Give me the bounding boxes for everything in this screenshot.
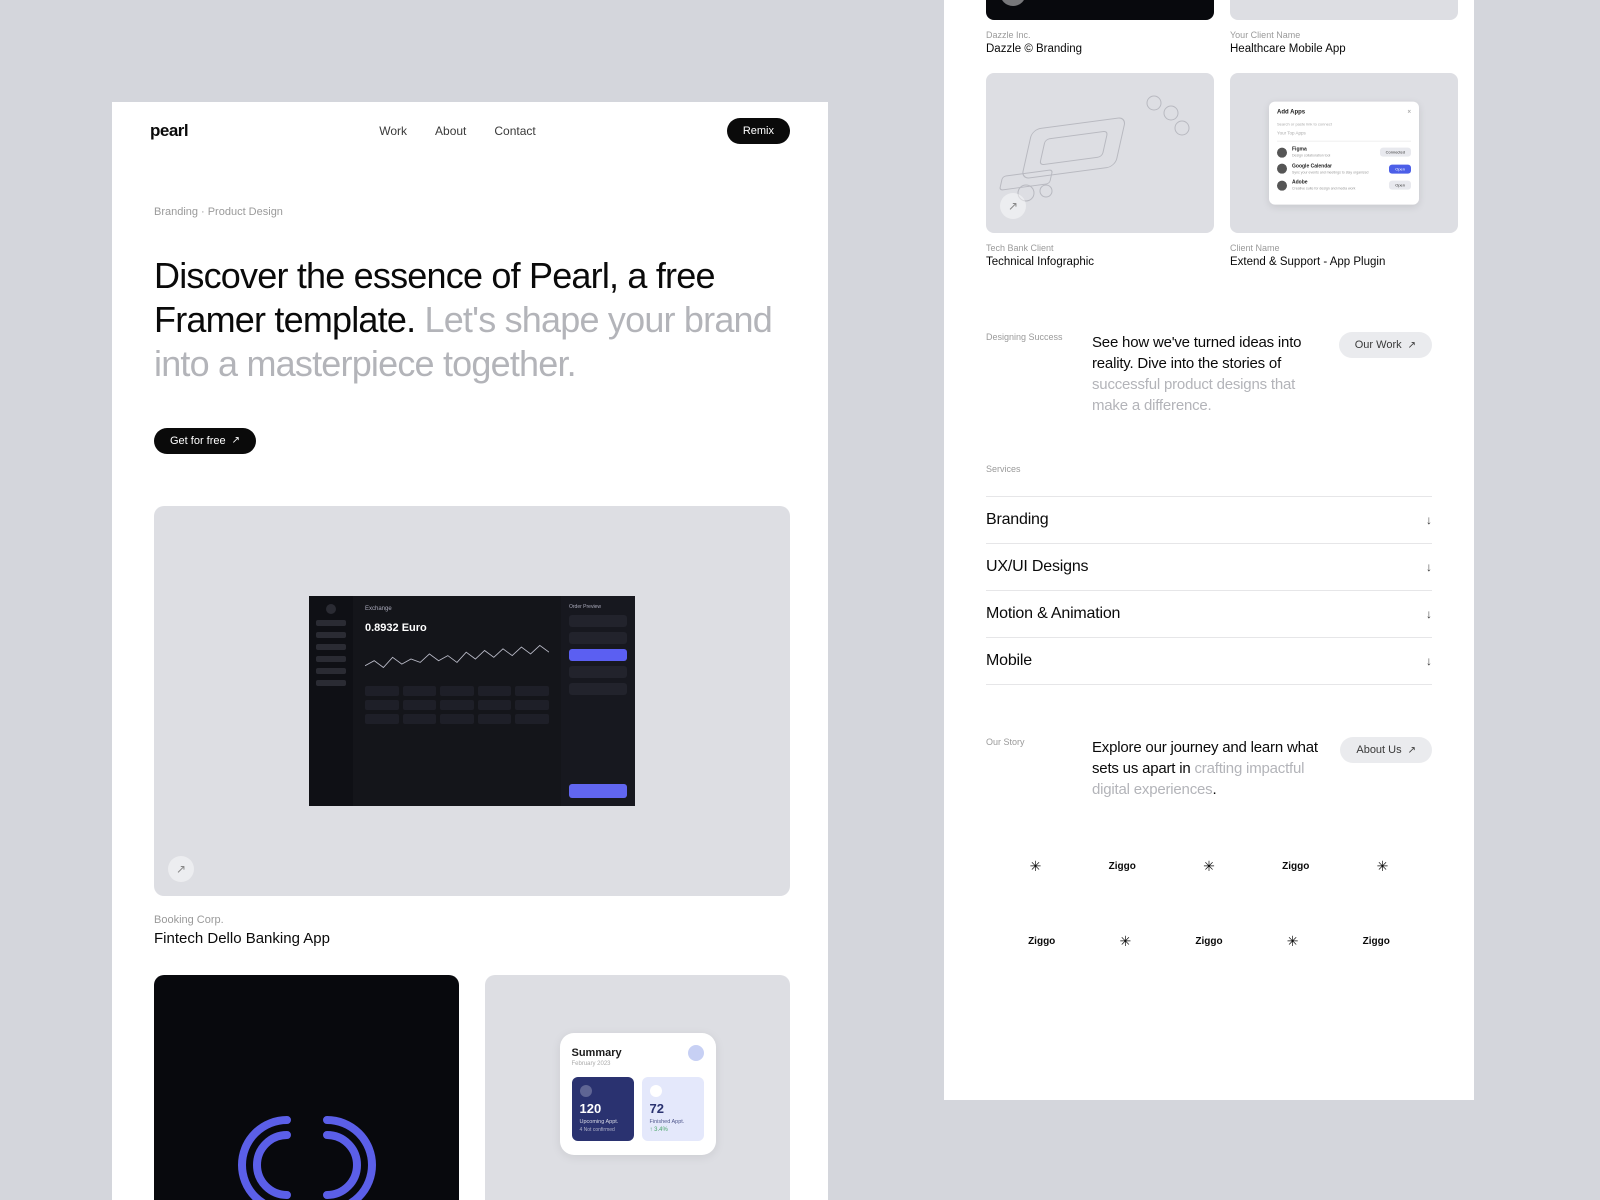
story-section: Our Story Explore our journey and learn … [944, 737, 1474, 800]
chevron-down-icon: ↓ [1426, 560, 1432, 574]
star-icon: ✳ [1119, 933, 1131, 950]
project-card-fintech[interactable]: Exchange 0.8932 Euro Order Preview [154, 506, 786, 947]
projects-grid: Exchange 0.8932 Euro Order Preview [112, 454, 828, 1200]
arrow-up-right-icon: ↗ [1408, 745, 1416, 756]
add-apps-widget: Add Apps× Search or paste link to connec… [1269, 102, 1419, 205]
chevron-down-icon: ↓ [1426, 654, 1432, 668]
section-label: Services [986, 464, 1074, 474]
app-screenshot-dark: Exchange 0.8932 Euro Order Preview [309, 596, 635, 806]
project-title: Fintech Dello Banking App [154, 930, 786, 947]
section-label: Our Story [986, 737, 1074, 747]
section-label: Designing Success [986, 332, 1074, 342]
project-thumb-dark-cut: ↗ [986, 0, 1214, 20]
page-left-column: pearl Work About Contact Remix Branding·… [112, 102, 828, 1200]
hero-tags: Branding·Product Design [154, 206, 786, 218]
expand-icon[interactable]: ↗ [1000, 193, 1026, 219]
project-card-dazzle-top[interactable]: ↗ Dazzle Inc. Dazzle © Branding [986, 0, 1214, 55]
nav-links: Work About Contact [379, 124, 536, 138]
chevron-down-icon: ↓ [1426, 607, 1432, 621]
phone-mock: Summary February 2023 120 Upcoming Appt.… [560, 1033, 716, 1155]
accordion-item-motion[interactable]: Motion & Animation↓ [986, 591, 1432, 638]
chevron-down-icon: ↓ [1426, 513, 1432, 527]
project-thumb-dark [154, 975, 459, 1200]
services-accordion: Branding↓ UX/UI Designs↓ Motion & Animat… [986, 496, 1432, 685]
remix-button[interactable]: Remix [727, 118, 790, 144]
star-icon: ✳ [1203, 858, 1215, 875]
hero-section: Branding·Product Design Discover the ess… [112, 144, 828, 454]
nav-link-about[interactable]: About [435, 124, 466, 138]
project-thumb-grey: Summary February 2023 120 Upcoming Appt.… [485, 975, 790, 1200]
project-thumb-apps: Add Apps× Search or paste link to connec… [1230, 73, 1458, 233]
project-thumb-cut [1230, 0, 1458, 20]
section-text: Explore our journey and learn what sets … [1092, 737, 1322, 800]
services-section: Services Branding↓ UX/UI Designs↓ Motion… [944, 464, 1474, 685]
brand-logo[interactable]: pearl [150, 121, 188, 141]
expand-icon[interactable]: ↗ [1000, 0, 1026, 6]
project-card-infographic[interactable]: ↗ Tech Bank Client Technical Infographic [986, 73, 1214, 268]
section-text: See how we've turned ideas into reality.… [1092, 332, 1321, 416]
page-right-column: ↗ Dazzle Inc. Dazzle © Branding Your Cli… [944, 0, 1474, 1100]
preview-price: 0.8932 Euro [365, 622, 549, 634]
arrow-up-right-icon: ↗ [232, 435, 240, 446]
close-icon: × [1407, 110, 1411, 116]
nav-link-work[interactable]: Work [379, 124, 407, 138]
success-section: Designing Success See how we've turned i… [944, 332, 1474, 416]
avatar-icon [688, 1045, 704, 1061]
hero-headline: Discover the essence of Pearl, a free Fr… [154, 254, 774, 386]
star-icon: ✳ [1030, 858, 1042, 875]
arrow-up-right-icon: ↗ [1408, 340, 1416, 351]
tag-branding: Branding [154, 206, 198, 218]
project-client: Booking Corp. [154, 914, 786, 926]
project-thumb: Exchange 0.8932 Euro Order Preview [154, 506, 790, 896]
client-logos: ✳ Ziggo ✳ Ziggo ✳ Ziggo ✳ Ziggo ✳ Ziggo [944, 858, 1474, 950]
project-thumb-iso: ↗ [986, 73, 1214, 233]
right-grid-row: ↗ Tech Bank Client Technical Infographic… [944, 73, 1474, 268]
get-for-free-button[interactable]: Get for free↗ [154, 428, 256, 454]
top-nav: pearl Work About Contact Remix [112, 102, 828, 144]
project-card-plugin[interactable]: Add Apps× Search or paste link to connec… [1230, 73, 1458, 268]
expand-icon[interactable]: ↗ [168, 856, 194, 882]
project-card-dazzle[interactable] [154, 975, 459, 1200]
nav-link-contact[interactable]: Contact [494, 124, 535, 138]
project-card-healthcare[interactable]: Summary February 2023 120 Upcoming Appt.… [485, 975, 790, 1200]
project-card-healthcare-top[interactable]: Your Client Name Healthcare Mobile App [1230, 0, 1458, 55]
accordion-item-uxui[interactable]: UX/UI Designs↓ [986, 544, 1432, 591]
star-icon: ✳ [1377, 858, 1389, 875]
right-top-row: ↗ Dazzle Inc. Dazzle © Branding Your Cli… [944, 0, 1474, 55]
about-us-button[interactable]: About Us↗ [1340, 737, 1432, 763]
star-icon: ✳ [1287, 933, 1299, 950]
accordion-item-mobile[interactable]: Mobile↓ [986, 638, 1432, 685]
accordion-item-branding[interactable]: Branding↓ [986, 496, 1432, 544]
our-work-button[interactable]: Our Work↗ [1339, 332, 1432, 358]
tag-product-design: Product Design [208, 206, 283, 218]
